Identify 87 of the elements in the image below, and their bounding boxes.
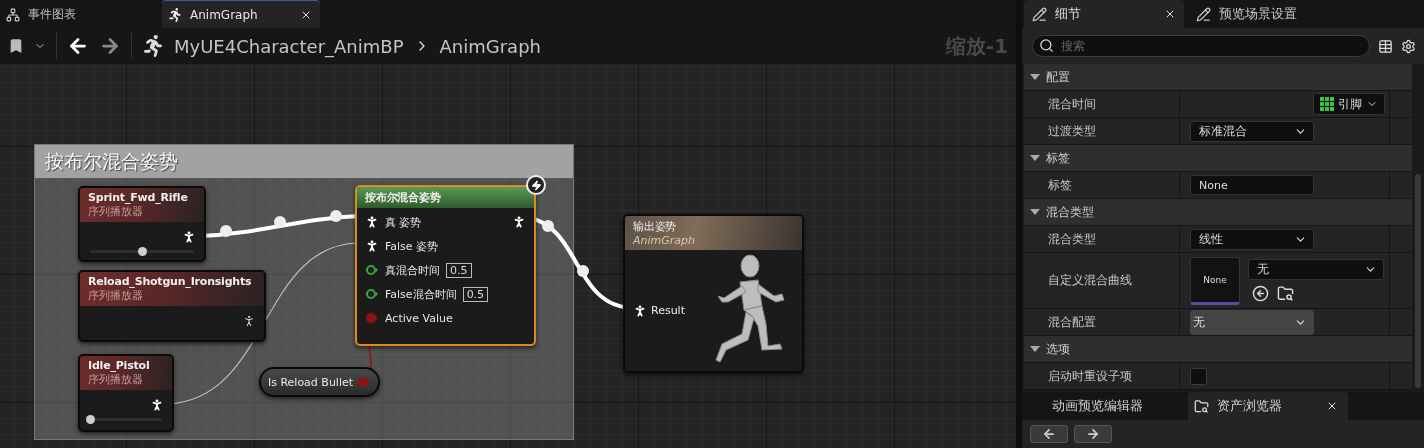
node-title: Reload_Shotgun_Ironsights	[88, 275, 253, 288]
table-icon[interactable]	[1378, 38, 1393, 54]
breadcrumb-link[interactable]: MyUE4Character_AnimBP	[174, 35, 404, 57]
checkbox[interactable]	[1190, 367, 1207, 385]
back-button[interactable]	[1030, 425, 1068, 443]
close-icon[interactable]	[1326, 400, 1338, 412]
settings-icon[interactable]	[1401, 38, 1416, 54]
pin-label: Result	[651, 304, 685, 317]
variable-node[interactable]: Is Reload Bullet	[259, 367, 380, 397]
value-field[interactable]: 0.5	[446, 262, 472, 278]
asset-dropdown[interactable]: 无	[1248, 259, 1384, 280]
slider-thumb[interactable]	[138, 247, 147, 256]
folder-search-icon	[1194, 398, 1209, 414]
forward-button[interactable]	[1074, 425, 1112, 443]
text-field[interactable]: None	[1190, 175, 1314, 195]
graph-canvas[interactable]	[0, 28, 1016, 448]
pose-pin-icon[interactable]	[150, 398, 164, 412]
property-name: 混合时间	[1048, 95, 1096, 113]
grid-icon	[1320, 97, 1334, 111]
search-field[interactable]: 搜索	[1032, 35, 1370, 57]
sequence-player-node[interactable]: Reload_Shotgun_Ironsights 序列播放器	[78, 270, 266, 342]
bookmark-icon[interactable]	[8, 38, 24, 54]
node-title: 按布尔混合姿势	[365, 190, 442, 205]
float-pin-icon[interactable]	[365, 288, 379, 300]
value-field[interactable]: 0.5	[462, 286, 489, 302]
scrollbar-thumb[interactable]	[1415, 174, 1421, 388]
section-header[interactable]: 标签	[1024, 145, 1412, 172]
running-icon	[142, 35, 164, 57]
panel-tab[interactable]: 预览场景设置	[1188, 0, 1348, 28]
blend-node[interactable]: 按布尔混合姿势 真 姿势 False 姿势 真混合时间 0.5 False混合时间 0.5 Active Value	[355, 185, 536, 346]
pose-pin-icon[interactable]	[365, 215, 379, 229]
pencil-icon	[1032, 6, 1047, 22]
dropdown[interactable]: 无	[1190, 309, 1314, 335]
graph-tab[interactable]: AnimGraph	[162, 0, 320, 28]
back-icon[interactable]	[67, 35, 89, 57]
pose-pin-icon[interactable]	[242, 314, 256, 328]
graph-icon	[6, 7, 20, 22]
pose-pin-icon[interactable]	[633, 303, 647, 318]
node-subtitle: 序列播放器	[88, 372, 144, 387]
dropdown[interactable]: 标准混合	[1190, 120, 1314, 142]
pin-label: False 姿势	[385, 238, 439, 254]
node-subtitle: 序列播放器	[88, 204, 144, 219]
node-title: Sprint_Fwd_Rifle	[88, 191, 189, 204]
pin-label: 真 姿势	[385, 214, 422, 230]
pose-pin-icon[interactable]	[182, 230, 196, 244]
slider-thumb[interactable]	[86, 415, 95, 424]
section-header[interactable]: 选项	[1024, 336, 1412, 363]
expand-triangle-icon[interactable]	[1030, 208, 1040, 216]
breadcrumb-link[interactable]: AnimGraph	[439, 35, 541, 57]
expand-triangle-icon[interactable]	[1030, 73, 1040, 81]
node-subtitle: AnimGraph	[633, 234, 696, 247]
panel-tab[interactable]: 资产浏览器	[1188, 392, 1348, 420]
comment-title: 按布尔混合姿势	[35, 145, 573, 178]
node-title: 输出姿势	[633, 219, 678, 234]
panel-tab[interactable]: 细节	[1024, 0, 1184, 28]
forward-icon[interactable]	[99, 35, 121, 57]
node-title: Idle_Pistol	[88, 359, 151, 372]
close-icon[interactable]	[1164, 8, 1176, 20]
pin-label: False混合时间	[385, 286, 457, 302]
output-pose-node[interactable]: 输出姿势 AnimGraph Result	[623, 214, 804, 373]
dropdown[interactable]: 线性	[1190, 228, 1314, 250]
asset-thumbnail[interactable]: None	[1190, 256, 1240, 305]
pose-pin-icon[interactable]	[512, 215, 526, 229]
property-name: 混合类型	[1048, 230, 1096, 248]
graph-tab[interactable]: 事件图表	[0, 0, 158, 28]
float-pin-icon[interactable]	[365, 264, 379, 276]
sequence-player-node[interactable]: Idle_Pistol 序列播放器	[78, 354, 174, 432]
variable-label: Is Reload Bullet	[267, 375, 354, 389]
node-subtitle: 序列播放器	[88, 288, 144, 303]
running-icon	[168, 7, 182, 22]
pin-label: 真混合时间	[385, 262, 440, 278]
pin-button[interactable]: 引脚	[1313, 93, 1385, 115]
pose-pin-icon[interactable]	[365, 239, 379, 253]
search-icon	[1039, 38, 1054, 53]
section-header[interactable]: 混合类型	[1024, 199, 1412, 226]
property-name: 标签	[1048, 176, 1072, 194]
section-header[interactable]: 配置	[1024, 64, 1412, 91]
property-name: 过渡类型	[1048, 122, 1096, 140]
pencil-icon	[1196, 6, 1211, 22]
panel-tab[interactable]: 动画预览编辑器	[1024, 392, 1184, 420]
property-name: 启动时重设子项	[1048, 367, 1132, 385]
expand-triangle-icon[interactable]	[1030, 345, 1040, 353]
pin-label: Active Value	[385, 311, 453, 325]
expand-triangle-icon[interactable]	[1030, 154, 1040, 162]
property-name: 混合配置	[1048, 313, 1096, 331]
sequence-player-node[interactable]: Sprint_Fwd_Rifle 序列播放器	[78, 186, 206, 262]
property-name: 自定义混合曲线	[1048, 272, 1132, 289]
